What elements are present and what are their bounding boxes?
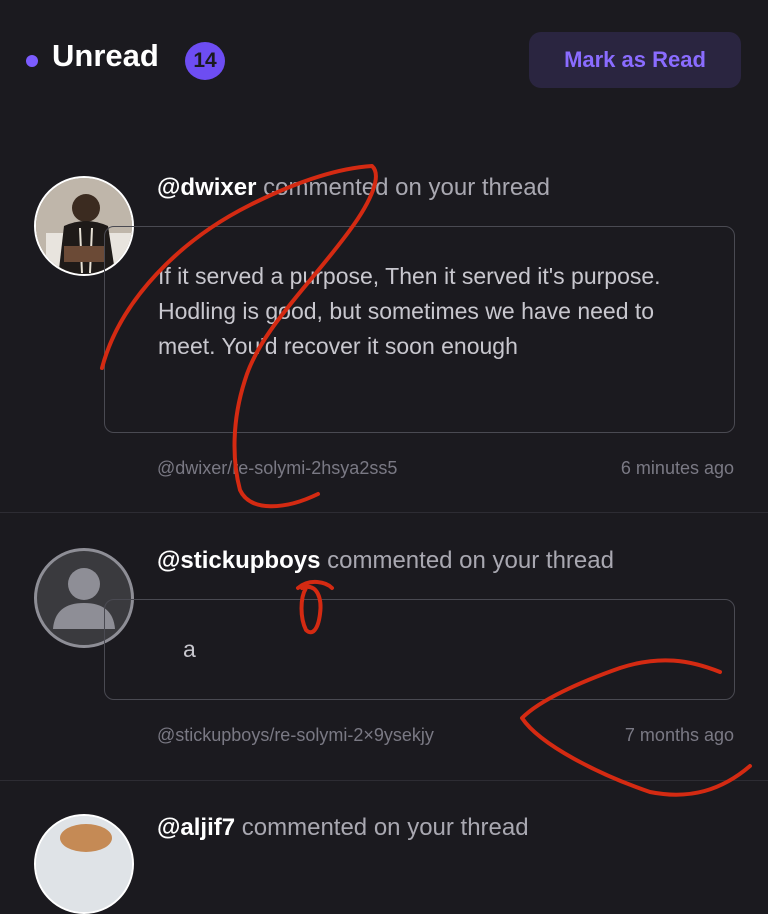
notification-item[interactable]: @aljif7 commented on your thread <box>0 0 768 914</box>
notification-headline: @aljif7 commented on your thread <box>157 814 529 842</box>
avatar[interactable] <box>34 814 134 914</box>
username-link[interactable]: @aljif7 <box>157 814 235 841</box>
notification-action: commented on your thread <box>241 814 529 841</box>
user-photo-icon <box>36 816 132 912</box>
